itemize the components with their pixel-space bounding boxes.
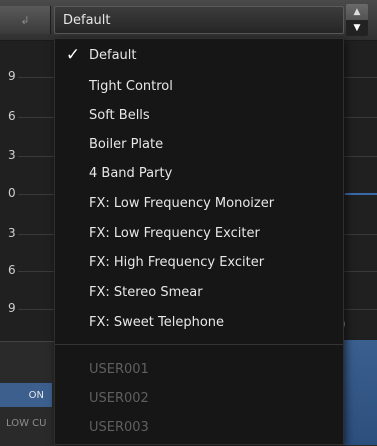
low-cut-label: LOW CU xyxy=(6,418,47,429)
menu-item-label: Default xyxy=(89,47,137,63)
menu-item-4-band-party[interactable]: 4 Band Party xyxy=(55,160,343,186)
menu-item-user003: USER003 xyxy=(55,414,343,440)
band-panel xyxy=(342,340,377,445)
menu-item-user001: USER001 xyxy=(55,356,343,382)
menu-item-label: FX: Sweet Telephone xyxy=(89,314,225,330)
menu-item-label: FX: Stereo Smear xyxy=(89,284,203,300)
menu-item-boiler-plate[interactable]: Boiler Plate xyxy=(55,131,343,157)
graph-tick: 9 xyxy=(8,301,16,315)
on-button[interactable]: ON xyxy=(0,383,52,407)
menu-item-label: 4 Band Party xyxy=(89,165,173,181)
menu-item-fx-low-frequency-exciter[interactable]: FX: Low Frequency Exciter xyxy=(55,220,343,246)
menu-item-label: USER002 xyxy=(89,390,149,406)
preset-selector[interactable]: Default xyxy=(54,6,344,34)
menu-item-user002: USER002 xyxy=(55,385,343,411)
menu-item-label: USER001 xyxy=(89,361,149,377)
stepper-down-icon[interactable]: ▼ xyxy=(346,20,368,36)
menu-item-label: Tight Control xyxy=(89,78,173,94)
checkmark-icon: ✓ xyxy=(65,45,81,65)
menu-item-default[interactable]: ✓ Default xyxy=(55,42,343,68)
menu-item-label: USER003 xyxy=(89,419,149,435)
menu-item-label: FX: Low Frequency Exciter xyxy=(89,225,260,241)
graph-tick: 6 xyxy=(8,109,16,123)
menu-item-fx-low-frequency-monoizer[interactable]: FX: Low Frequency Monoizer xyxy=(55,190,343,216)
graph-tick: 9 xyxy=(8,69,16,83)
eq-curve xyxy=(345,193,377,195)
menu-item-label: FX: High Frequency Exciter xyxy=(89,254,265,270)
menu-separator xyxy=(55,344,343,345)
menu-item-tight-control[interactable]: Tight Control xyxy=(55,73,343,99)
menu-item-label: FX: Low Frequency Monoizer xyxy=(89,195,275,211)
preset-stepper[interactable]: ▲ ▼ xyxy=(346,4,368,36)
preset-selector-value: Default xyxy=(63,13,111,28)
menu-item-fx-stereo-smear[interactable]: FX: Stereo Smear xyxy=(55,279,343,305)
back-arrow-icon[interactable]: ↲ xyxy=(0,6,51,34)
menu-item-label: Soft Bells xyxy=(89,107,150,123)
menu-item-fx-sweet-telephone[interactable]: FX: Sweet Telephone xyxy=(55,309,343,335)
graph-tick: 6 xyxy=(8,263,16,277)
preset-dropdown-menu: ✓ Default Tight Control Soft Bells Boile… xyxy=(54,38,344,445)
menu-item-soft-bells[interactable]: Soft Bells xyxy=(55,102,343,128)
menu-item-label: Boiler Plate xyxy=(89,136,164,152)
stepper-up-icon[interactable]: ▲ xyxy=(346,4,368,20)
graph-tick: 0 xyxy=(8,186,16,200)
graph-tick: 3 xyxy=(8,148,16,162)
menu-item-fx-high-frequency-exciter[interactable]: FX: High Frequency Exciter xyxy=(55,249,343,275)
graph-tick: 3 xyxy=(8,226,16,240)
